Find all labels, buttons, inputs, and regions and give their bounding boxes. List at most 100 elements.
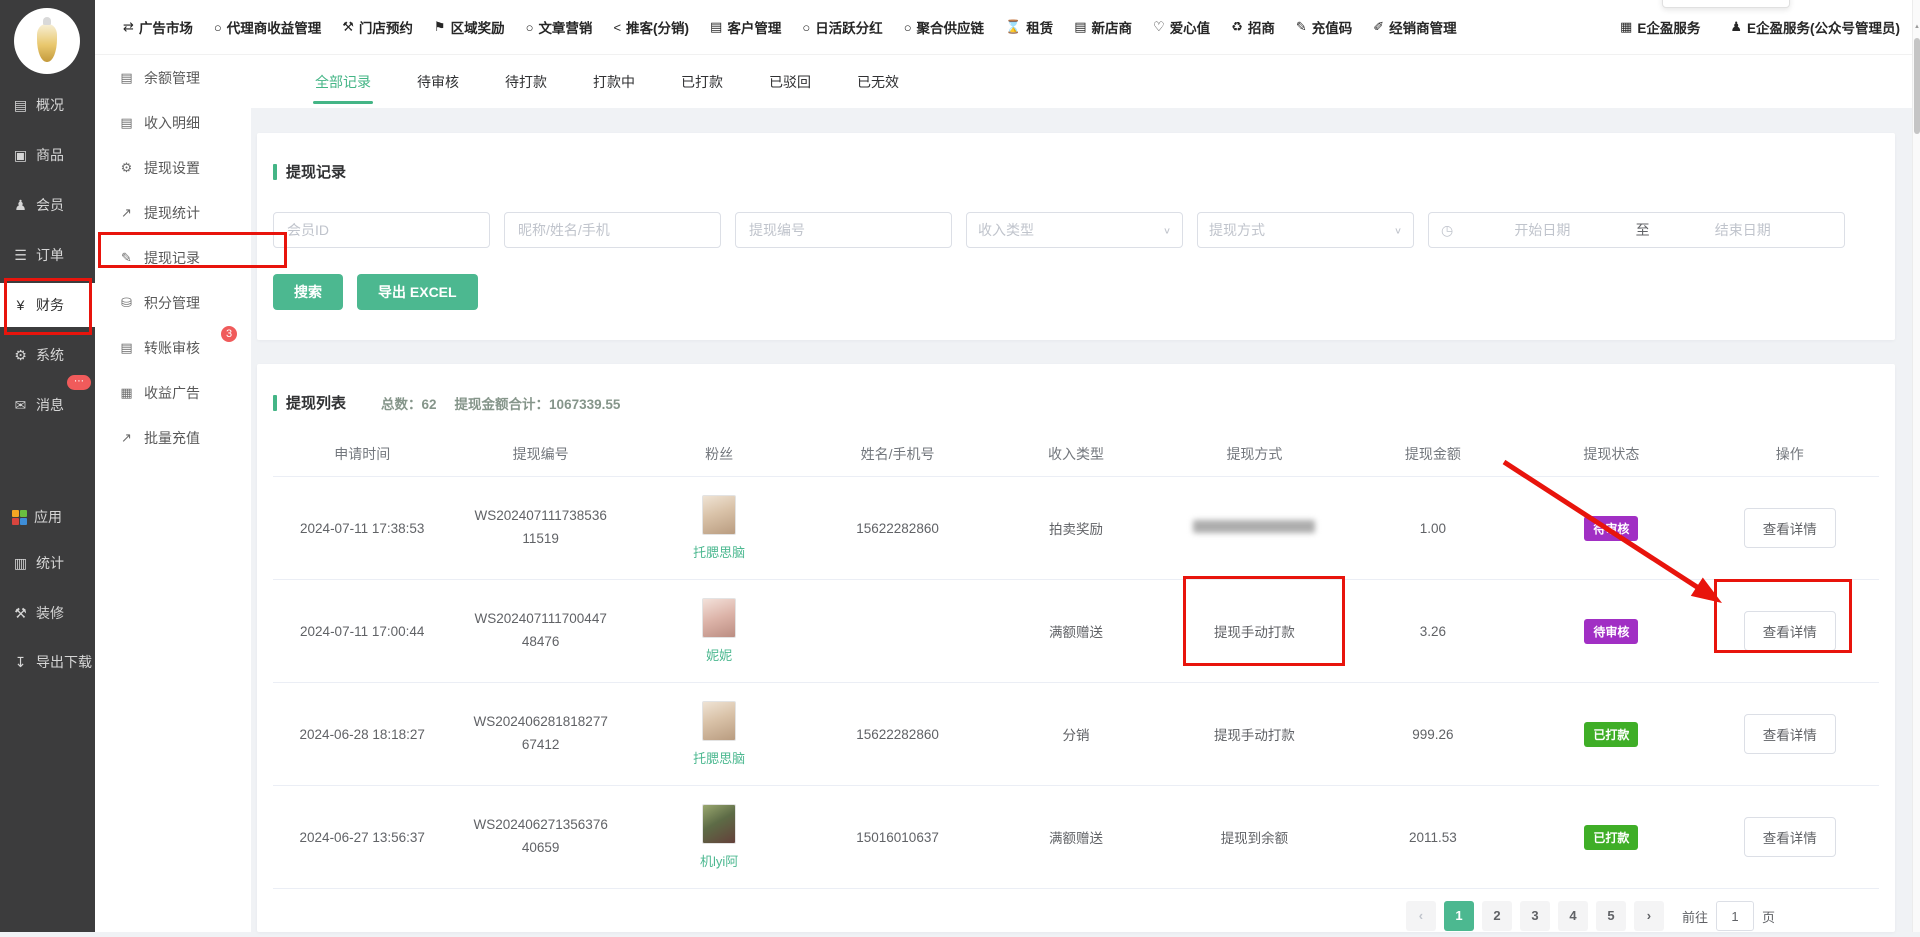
pagination-page-2[interactable]: 2 (1482, 901, 1512, 931)
nav-item-label: 门店预约 (359, 17, 413, 37)
fan-nickname[interactable]: 托腮思脑 (693, 542, 745, 561)
withdraw-list-card: 提现列表 总数：62 提现金额合计：1067339.55 申请时间提现编号粉丝姓… (257, 364, 1895, 932)
sidebar-item-装修[interactable]: ⚒ 装修 (0, 591, 95, 635)
pagination-prev-button[interactable]: ‹ (1406, 901, 1436, 931)
nav-item[interactable]: <推客(分销) (613, 17, 689, 37)
tab-已驳回[interactable]: 已驳回 (767, 57, 813, 107)
page-unit-label: 页 (1762, 907, 1775, 926)
filter-select[interactable]: 收入类型∨ (966, 212, 1183, 248)
scrollbar-thumb[interactable] (1914, 38, 1920, 134)
cell-income-type: 满额赠送 (987, 827, 1165, 847)
filter-input[interactable] (273, 212, 490, 248)
nav-item[interactable]: ▤ 新店商 (1074, 17, 1132, 37)
filter-input[interactable] (504, 212, 721, 248)
fan-nickname[interactable]: 机lyi阿 (700, 851, 738, 870)
pagination-page-1[interactable]: 1 (1444, 901, 1474, 931)
nav-item[interactable]: ⌛租赁 (1005, 17, 1053, 37)
list-summary: 总数：62 提现金额合计：1067339.55 (381, 393, 620, 413)
cell-withdraw-method: 提现到余额 (1165, 827, 1343, 847)
sidebar-item-统计[interactable]: ▥统计 (0, 541, 95, 585)
tab-已无效[interactable]: 已无效 (855, 57, 901, 107)
sidebar-item-会员[interactable]: ♟会员 (0, 183, 95, 227)
view-detail-button[interactable]: 查看详情 (1744, 508, 1836, 548)
pagination-page-5[interactable]: 5 (1596, 901, 1626, 931)
fan-avatar[interactable] (702, 804, 736, 844)
panel-icon: ▤ (1074, 19, 1086, 35)
nav-item[interactable]: ○文章营销 (526, 17, 593, 37)
nav-item[interactable]: ○代理商收益管理 (214, 17, 321, 37)
sidebar-item-label: 装修 (36, 603, 64, 623)
nav-item[interactable]: ○聚合供应链 (904, 17, 984, 37)
end-date-placeholder[interactable]: 结束日期 (1654, 220, 1832, 240)
fan-avatar[interactable] (702, 598, 736, 638)
nav-item[interactable]: ⚒门店预约 (342, 17, 413, 37)
view-detail-button[interactable]: 查看详情 (1744, 611, 1836, 651)
search-button[interactable]: 搜索 (273, 274, 343, 310)
fan-nickname[interactable]: 妮妮 (706, 645, 732, 664)
nav-item[interactable]: ♻招商 (1231, 17, 1275, 37)
nav-item[interactable]: ⇄广告市场 (123, 17, 193, 37)
nav-item[interactable]: ♡爱心值 (1153, 17, 1210, 37)
submenu-item-余额管理[interactable]: ▤余额管理 (95, 55, 251, 100)
top-navigation: ⇄广告市场 ○代理商收益管理 ⚒门店预约 ⚑区域奖励 ○文章营销 <推客(分销) ▤客户管理… (95, 0, 1920, 55)
cell-withdraw-method (1165, 520, 1343, 536)
tab-待审核[interactable]: 待审核 (415, 57, 461, 107)
tab-待打款[interactable]: 待打款 (503, 57, 549, 107)
sidebar-item-财务[interactable]: ¥财务 (0, 283, 95, 327)
finance-submenu: ▤余额管理▤收入明细⚙提现设置↗提现统计✎提现记录⛁积分管理▤转账审核3▦收益广… (95, 55, 251, 932)
tab-全部记录[interactable]: 全部记录 (313, 57, 373, 107)
pagination: ‹12345›前往页 (273, 901, 1879, 931)
sidebar-item-概况[interactable]: ▤概况 (0, 83, 95, 127)
pagination-page-3[interactable]: 3 (1520, 901, 1550, 931)
tab-打款中[interactable]: 打款中 (591, 57, 637, 107)
export-excel-button[interactable]: 导出 EXCEL (357, 274, 478, 310)
view-detail-button[interactable]: 查看详情 (1744, 817, 1836, 857)
column-header: 粉丝 (630, 444, 808, 464)
nav-item[interactable]: ⚑区域奖励 (434, 17, 505, 37)
submenu-item-提现统计[interactable]: ↗提现统计 (95, 190, 251, 235)
unread-badge: ⋯ (67, 375, 91, 390)
date-range-picker[interactable]: ◷ 开始日期 至 结束日期 (1428, 212, 1845, 248)
view-detail-button[interactable]: 查看详情 (1744, 714, 1836, 754)
panel-icon: ▤ (710, 19, 722, 35)
tab-已打款[interactable]: 已打款 (679, 57, 725, 107)
column-header: 姓名/手机号 (808, 444, 986, 464)
nav-item[interactable]: ▤客户管理 (710, 17, 781, 37)
submenu-item-批量充值[interactable]: ↗批量充值 (95, 415, 251, 460)
cell-fan: 妮妮 (630, 598, 808, 664)
nav-item-label: 新店商 (1092, 17, 1133, 37)
sidebar-item-系统[interactable]: ⚙系统 (0, 333, 95, 377)
submenu-item-转账审核[interactable]: ▤转账审核3 (95, 325, 251, 370)
submenu-item-收益广告[interactable]: ▦收益广告 (95, 370, 251, 415)
vertical-scrollbar[interactable]: ▲ (1912, 0, 1920, 932)
nav-item[interactable]: ✎充值码 (1296, 17, 1352, 37)
nav-right-item[interactable]: ♟E企盈服务(公众号管理员) (1730, 17, 1900, 37)
paint-icon: ⚒ (12, 605, 29, 622)
sidebar-item-订单[interactable]: ☰订单 (0, 233, 95, 277)
nav-item[interactable]: ○日活跃分红 (802, 17, 882, 37)
nav-item[interactable]: ✐经销商管理 (1373, 17, 1456, 37)
submenu-item-积分管理[interactable]: ⛁积分管理 (95, 280, 251, 325)
pagination-page-4[interactable]: 4 (1558, 901, 1588, 931)
sidebar-item-商品[interactable]: ▣商品 (0, 133, 95, 177)
sidebar-item-应用[interactable]: 应用 (0, 495, 95, 539)
flag-icon: ⚑ (434, 19, 446, 35)
table-row: 2024-06-28 18:18:27WS2024062818182776741… (273, 683, 1879, 786)
sidebar-item-导出下载[interactable]: ↧导出下载 (0, 640, 95, 684)
start-date-placeholder[interactable]: 开始日期 (1453, 220, 1631, 240)
cell-amount: 3.26 (1344, 624, 1522, 639)
filter-select[interactable]: 提现方式∨ (1197, 212, 1414, 248)
sidebar-item-消息[interactable]: ✉消息⋯ (0, 383, 95, 427)
goto-page-input[interactable] (1716, 901, 1754, 931)
submenu-item-提现设置[interactable]: ⚙提现设置 (95, 145, 251, 190)
shop-logo[interactable] (14, 8, 80, 74)
fan-avatar[interactable] (702, 701, 736, 741)
submenu-item-提现记录[interactable]: ✎提现记录 (95, 235, 251, 280)
filter-input[interactable] (735, 212, 952, 248)
scrollbar-up-arrow[interactable]: ▲ (1913, 24, 1920, 30)
submenu-item-收入明细[interactable]: ▤收入明细 (95, 100, 251, 145)
pagination-next-button[interactable]: › (1634, 901, 1664, 931)
fan-nickname[interactable]: 托腮思脑 (693, 748, 745, 767)
nav-right-item[interactable]: ▦E企盈服务 (1620, 17, 1700, 37)
fan-avatar[interactable] (702, 495, 736, 535)
